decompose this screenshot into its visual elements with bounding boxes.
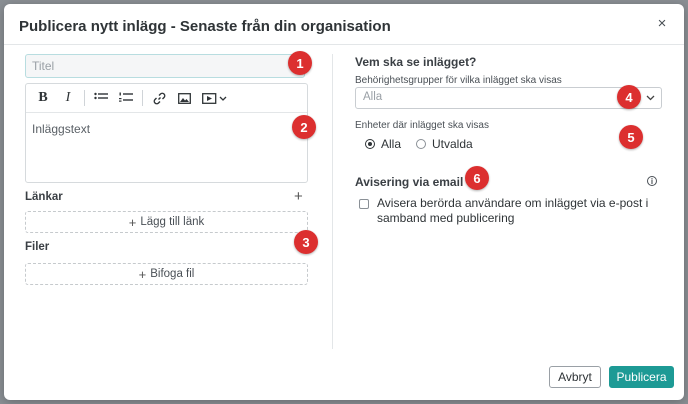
email-notify-checkbox[interactable] — [359, 199, 369, 209]
links-label: Länkar — [25, 191, 63, 203]
video-icon[interactable] — [198, 88, 232, 108]
add-link-label: Lägg till länk — [140, 216, 205, 228]
radio-label: Alla — [381, 137, 402, 151]
title-input[interactable] — [25, 54, 305, 78]
dialog-title: Publicera nytt inlägg - Senaste från din… — [19, 18, 391, 35]
publish-button[interactable]: Publicera — [609, 366, 674, 388]
files-label: Filer — [25, 241, 50, 253]
email-heading: Avisering via email — [355, 175, 464, 189]
add-link-plus-icon[interactable]: + — [294, 188, 303, 205]
info-icon[interactable]: i — [647, 176, 657, 186]
publish-dialog: Publicera nytt inlägg - Senaste från din… — [4, 4, 684, 400]
cancel-button[interactable]: Avbryt — [549, 366, 601, 388]
rich-text-editor: B I Inläggstext — [25, 83, 308, 183]
annotation-marker-6: 6 — [465, 166, 489, 190]
radio-option-alla[interactable]: Alla — [365, 137, 401, 151]
groups-selected-value: Alla — [363, 91, 383, 103]
audience-heading: Vem ska se inlägget? — [355, 55, 477, 69]
attach-file-label: Bifoga fil — [150, 268, 195, 280]
image-icon[interactable] — [173, 88, 195, 108]
close-icon[interactable]: × — [654, 16, 670, 32]
groups-select[interactable]: Alla — [355, 87, 662, 109]
bullet-list-icon[interactable] — [90, 88, 112, 108]
annotation-marker-1: 1 — [288, 51, 312, 75]
units-label: Enheter där inlägget ska visas — [355, 120, 489, 131]
plus-icon: + — [138, 266, 147, 282]
groups-label: Behörighetsgrupper för vilka inlägget sk… — [355, 75, 562, 86]
radio-label: Utvalda — [432, 137, 473, 151]
annotation-marker-4: 4 — [617, 85, 641, 109]
numbered-list-icon[interactable] — [115, 88, 137, 108]
annotation-marker-2: 2 — [292, 115, 316, 139]
toolbar-divider — [84, 90, 85, 106]
annotation-marker-3: 3 — [294, 230, 318, 254]
add-link-button[interactable]: + Lägg till länk — [25, 211, 308, 233]
column-divider — [332, 54, 333, 349]
radio-unchecked-icon — [416, 139, 426, 149]
chevron-down-icon — [646, 91, 655, 104]
email-notify-label[interactable]: Avisera berörda användare om inlägget vi… — [377, 196, 667, 226]
radio-checked-icon — [365, 139, 375, 149]
post-body-input[interactable]: Inläggstext — [26, 113, 307, 189]
editor-toolbar: B I — [26, 84, 307, 113]
toolbar-divider — [142, 90, 143, 106]
attach-file-button[interactable]: + Bifoga fil — [25, 263, 308, 285]
italic-icon[interactable]: I — [57, 88, 79, 108]
header-divider — [4, 44, 684, 45]
annotation-marker-5: 5 — [619, 125, 643, 149]
plus-icon: + — [128, 214, 137, 230]
bold-icon[interactable]: B — [32, 88, 54, 108]
link-icon[interactable] — [148, 88, 170, 108]
radio-option-utvalda[interactable]: Utvalda — [416, 137, 473, 151]
